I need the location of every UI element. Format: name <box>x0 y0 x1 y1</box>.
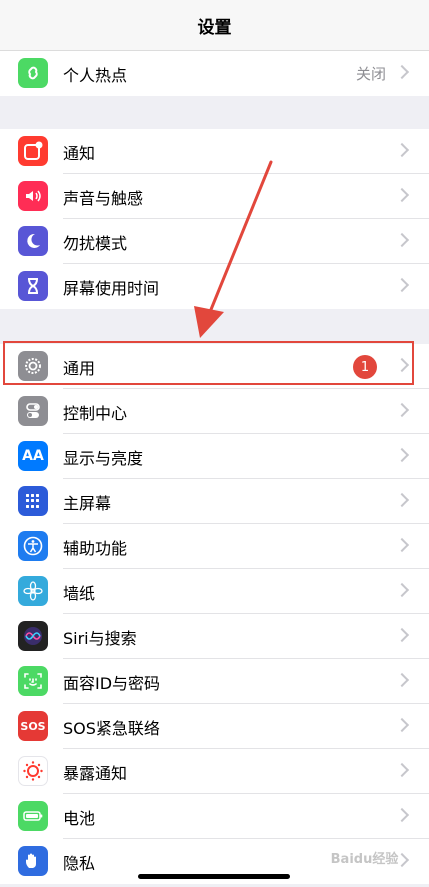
watermark: Baidu经验 <box>330 851 399 867</box>
annotation-arrow <box>194 160 273 338</box>
home-indicator[interactable] <box>138 874 290 879</box>
